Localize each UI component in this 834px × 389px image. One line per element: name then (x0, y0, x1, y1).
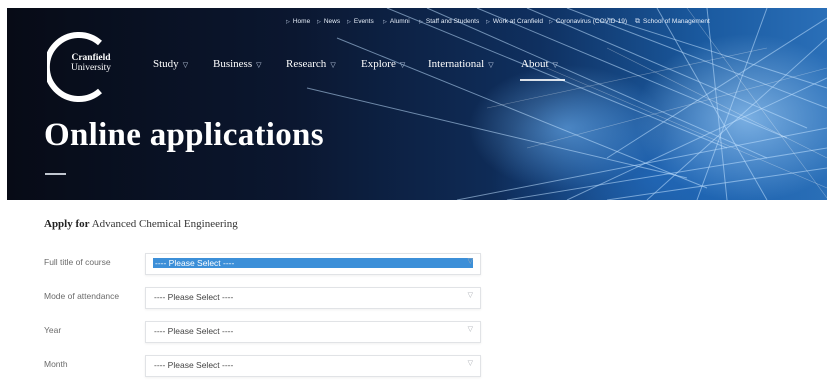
chevron-down-icon: ▽ (256, 61, 262, 69)
logo-line-1: Cranfield (71, 53, 111, 63)
nav-business[interactable]: Business ▽ (213, 58, 262, 70)
util-link-coronavirus[interactable]: ▷ Coronavirus (COVID-19) (549, 18, 627, 25)
nav-research[interactable]: Research ▽ (286, 58, 336, 70)
form-row-course-title: Full title of course ---- Please Select … (0, 253, 834, 275)
external-link-icon: ⧉ (635, 18, 640, 25)
triangle-right-icon: ▷ (486, 19, 490, 25)
hero-banner: ▷ Home ▷ News ▷ Events ▷ Alumni ▷ Staff and S… (7, 8, 827, 200)
triangle-right-icon: ▷ (286, 19, 290, 25)
nav-about[interactable]: About ▽ (521, 58, 558, 70)
field-label: Full title of course (44, 257, 111, 267)
util-link-alumni[interactable]: ▷ Alumni (383, 18, 410, 25)
mode-of-attendance-select[interactable]: ---- Please Select ---- ▽ (145, 287, 481, 309)
select-value: ---- Please Select ---- (154, 326, 234, 336)
logo-wordmark[interactable]: Cranfield University (65, 53, 117, 73)
apply-prefix: Apply for (44, 218, 90, 230)
select-value: ---- Please Select ---- (154, 360, 234, 370)
nav-international[interactable]: International ▽ (428, 58, 494, 70)
util-link-home[interactable]: ▷ Home (286, 18, 310, 25)
nav-study[interactable]: Study ▽ (153, 58, 188, 70)
form-row-mode-of-attendance: Mode of attendance ---- Please Select --… (0, 287, 834, 309)
chevron-down-icon: ▽ (467, 326, 473, 333)
hero-background-art (306, 8, 827, 200)
chevron-down-icon: ▽ (488, 61, 494, 69)
field-label: Month (44, 359, 68, 369)
chevron-down-icon: ▽ (330, 61, 336, 69)
selected-option-highlight: ---- Please Select ---- (153, 258, 473, 268)
nav-explore[interactable]: Explore ▽ (361, 58, 405, 70)
chevron-down-icon: ▽ (467, 292, 473, 299)
page-title: Online applications (44, 117, 324, 153)
chevron-down-icon: ▽ (467, 258, 473, 265)
apply-course-name: Advanced Chemical Engineering (91, 218, 238, 230)
year-select[interactable]: ---- Please Select ---- ▽ (145, 321, 481, 343)
triangle-right-icon: ▷ (549, 19, 553, 25)
field-label: Year (44, 325, 62, 335)
select-value: ---- Please Select ---- (155, 258, 235, 268)
nav-active-indicator (520, 79, 565, 81)
course-title-select[interactable]: ---- Please Select ---- ▽ (145, 253, 481, 275)
select-value: ---- Please Select ---- (154, 292, 234, 302)
form-row-year: Year ---- Please Select ---- ▽ (0, 321, 834, 343)
chevron-down-icon: ▽ (552, 61, 558, 69)
util-link-school-of-management[interactable]: ⧉ School of Management (635, 18, 710, 26)
logo-line-2: University (70, 63, 112, 73)
triangle-right-icon: ▷ (317, 19, 321, 25)
month-select[interactable]: ---- Please Select ---- ▽ (145, 355, 481, 377)
util-link-staff-students[interactable]: ▷ Staff and Students (419, 18, 479, 25)
util-link-news[interactable]: ▷ News (317, 18, 340, 25)
form-row-month: Month ---- Please Select ---- ▽ (0, 355, 834, 377)
utility-nav: ▷ Home ▷ News ▷ Events ▷ Alumni ▷ Staff and S… (7, 18, 827, 34)
triangle-right-icon: ▷ (347, 19, 351, 25)
chevron-down-icon: ▽ (399, 61, 406, 69)
util-link-work-at-cranfield[interactable]: ▷ Work at Cranfield (486, 18, 543, 25)
title-divider (45, 173, 66, 175)
util-link-events[interactable]: ▷ Events (347, 18, 374, 25)
apply-heading: Apply for Advanced Chemical Engineering (44, 218, 238, 230)
chevron-down-icon: ▽ (467, 360, 473, 367)
chevron-down-icon: ▽ (182, 61, 189, 69)
field-label: Mode of attendance (44, 291, 120, 301)
triangle-right-icon: ▷ (419, 19, 423, 25)
triangle-right-icon: ▷ (383, 19, 387, 25)
